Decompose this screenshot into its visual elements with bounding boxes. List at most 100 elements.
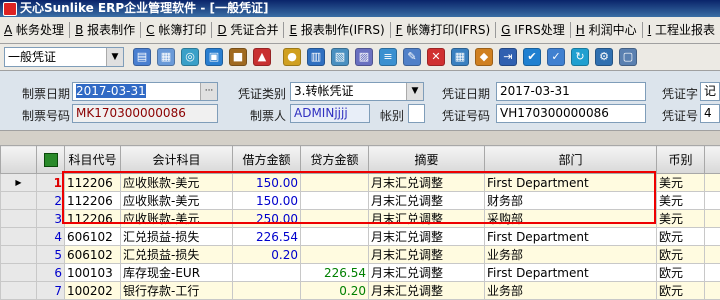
cell-department[interactable]: 业务部 bbox=[485, 246, 657, 264]
home-icon[interactable]: ▲ bbox=[253, 48, 271, 66]
chevron-down-icon[interactable]: ▼ bbox=[406, 83, 423, 100]
cell-debit[interactable]: 150.00 bbox=[233, 174, 301, 192]
cell-account[interactable]: 汇兑损益-损失 bbox=[121, 228, 233, 246]
report-icon[interactable]: ▥ bbox=[307, 48, 325, 66]
window-icon[interactable]: ▢ bbox=[619, 48, 637, 66]
cell-account[interactable]: 库存现金-EUR bbox=[121, 264, 233, 282]
cell-credit[interactable]: 226.54 bbox=[301, 264, 369, 282]
cell-debit[interactable] bbox=[233, 282, 301, 300]
table-row[interactable]: 4 606102 汇兑损益-损失 226.54 月末汇兑调整 First Dep… bbox=[1, 228, 720, 246]
cell-debit[interactable]: 250.00 bbox=[233, 210, 301, 228]
check-icon[interactable]: ✔ bbox=[523, 48, 541, 66]
sheet-icon[interactable] bbox=[37, 146, 65, 174]
cell-account[interactable]: 应收账款-美元 bbox=[121, 210, 233, 228]
grid-icon[interactable]: ▦ bbox=[451, 48, 469, 66]
delete-icon[interactable]: ✕ bbox=[427, 48, 445, 66]
list-icon[interactable]: ≡ bbox=[379, 48, 397, 66]
cell-account[interactable]: 应收账款-美元 bbox=[121, 192, 233, 210]
cell-credit[interactable] bbox=[301, 246, 369, 264]
cell-summary[interactable]: 月末汇兑调整 bbox=[369, 246, 485, 264]
menu-item-h[interactable]: H 利润中心 bbox=[572, 17, 641, 43]
export-icon[interactable]: ⇥ bbox=[499, 48, 517, 66]
voucher-no-field[interactable]: VH170300000086 bbox=[496, 104, 646, 123]
cell-summary[interactable]: 月末汇兑调整 bbox=[369, 192, 485, 210]
cell-currency[interactable]: 美元 bbox=[657, 192, 705, 210]
cell-code[interactable]: 100103 bbox=[65, 264, 121, 282]
table-row[interactable]: 5 606102 汇兑损益-损失 0.20 月末汇兑调整 业务部 欧元 bbox=[1, 246, 720, 264]
col-header-account[interactable]: 会计科目 bbox=[121, 146, 233, 174]
briefcase-icon[interactable]: ■ bbox=[229, 48, 247, 66]
col-header-currency[interactable]: 币别 bbox=[657, 146, 705, 174]
voucher-type-select[interactable]: 一般凭证 ▼ bbox=[4, 47, 124, 67]
refresh-icon[interactable]: ↻ bbox=[571, 48, 589, 66]
cell-credit[interactable] bbox=[301, 174, 369, 192]
cell-department[interactable]: First Department bbox=[485, 264, 657, 282]
cell-currency[interactable]: 欧元 bbox=[657, 264, 705, 282]
cell-debit[interactable]: 150.00 bbox=[233, 192, 301, 210]
voucher-num-field[interactable]: 4 bbox=[700, 104, 720, 123]
cell-code[interactable]: 112206 bbox=[65, 174, 121, 192]
voucher-category-select[interactable]: 3.转帐凭证 ▼ bbox=[290, 82, 424, 101]
voucher-word-field[interactable]: 记 bbox=[700, 82, 720, 101]
cell-currency[interactable]: 美元 bbox=[657, 210, 705, 228]
cell-department[interactable]: First Department bbox=[485, 174, 657, 192]
menu-item-c[interactable]: C 帐簿打印 bbox=[142, 17, 210, 43]
voucher-date-field[interactable]: 2017-03-31 bbox=[496, 82, 646, 101]
cell-code[interactable]: 100202 bbox=[65, 282, 121, 300]
cell-credit[interactable] bbox=[301, 210, 369, 228]
cell-department[interactable]: 财务部 bbox=[485, 192, 657, 210]
cell-department[interactable]: 采购部 bbox=[485, 210, 657, 228]
edit-icon[interactable]: ✎ bbox=[403, 48, 421, 66]
cell-debit[interactable]: 226.54 bbox=[233, 228, 301, 246]
table-row[interactable]: 2 112206 应收账款-美元 150.00 月末汇兑调整 财务部 美元 bbox=[1, 192, 720, 210]
cell-code[interactable]: 112206 bbox=[65, 192, 121, 210]
menu-item-a[interactable]: A 帐务处理 bbox=[0, 17, 68, 43]
cell-department[interactable]: First Department bbox=[485, 228, 657, 246]
cell-debit[interactable]: 0.20 bbox=[233, 246, 301, 264]
date-picker-icon[interactable]: ··· bbox=[200, 83, 217, 100]
cell-summary[interactable]: 月末汇兑调整 bbox=[369, 228, 485, 246]
cell-credit[interactable] bbox=[301, 192, 369, 210]
attach-icon[interactable]: ◆ bbox=[475, 48, 493, 66]
menu-item-f[interactable]: F 帐簿打印(IFRS) bbox=[392, 17, 495, 43]
open-icon[interactable]: ▦ bbox=[157, 48, 175, 66]
col-header-debit[interactable]: 借方金额 bbox=[233, 146, 301, 174]
settings-icon[interactable]: ⚙ bbox=[595, 48, 613, 66]
print-icon[interactable]: ▧ bbox=[331, 48, 349, 66]
cell-code[interactable]: 606102 bbox=[65, 228, 121, 246]
col-header-department[interactable]: 部门 bbox=[485, 146, 657, 174]
cell-currency[interactable]: 欧元 bbox=[657, 228, 705, 246]
table-row[interactable]: 3 112206 应收账款-美元 250.00 月末汇兑调整 采购部 美元 bbox=[1, 210, 720, 228]
cell-credit[interactable] bbox=[301, 228, 369, 246]
cell-currency[interactable]: 欧元 bbox=[657, 282, 705, 300]
cell-currency[interactable]: 欧元 bbox=[657, 246, 705, 264]
account-type-field[interactable] bbox=[408, 104, 425, 123]
cell-summary[interactable]: 月末汇兑调整 bbox=[369, 210, 485, 228]
table-row[interactable]: 7 100202 银行存款-工行 0.20 月末汇兑调整 业务部 欧元 bbox=[1, 282, 720, 300]
col-header-code[interactable]: 科目代号 bbox=[65, 146, 121, 174]
col-header-summary[interactable]: 摘要 bbox=[369, 146, 485, 174]
cell-debit[interactable] bbox=[233, 264, 301, 282]
cell-summary[interactable]: 月末汇兑调整 bbox=[369, 282, 485, 300]
approve-icon[interactable]: ✓ bbox=[547, 48, 565, 66]
cell-department[interactable]: 业务部 bbox=[485, 282, 657, 300]
cell-code[interactable]: 606102 bbox=[65, 246, 121, 264]
cell-summary[interactable]: 月末汇兑调整 bbox=[369, 174, 485, 192]
calendar-icon[interactable]: ▨ bbox=[355, 48, 373, 66]
users-icon[interactable]: ● bbox=[283, 48, 301, 66]
save-icon[interactable]: ▣ bbox=[205, 48, 223, 66]
cell-currency[interactable]: 美元 bbox=[657, 174, 705, 192]
table-row[interactable]: ▶ 1 112206 应收账款-美元 150.00 月末汇兑调整 First D… bbox=[1, 174, 720, 192]
menu-item-i[interactable]: I 工程业报表 bbox=[644, 17, 719, 43]
cell-summary[interactable]: 月末汇兑调整 bbox=[369, 264, 485, 282]
chevron-down-icon[interactable]: ▼ bbox=[106, 48, 123, 66]
col-header-credit[interactable]: 贷方金额 bbox=[301, 146, 369, 174]
cell-account[interactable]: 应收账款-美元 bbox=[121, 174, 233, 192]
menu-item-g[interactable]: G IFRS处理 bbox=[497, 17, 569, 43]
new-icon[interactable]: ▤ bbox=[133, 48, 151, 66]
menu-item-d[interactable]: D 凭证合并 bbox=[213, 17, 282, 43]
cell-code[interactable]: 112206 bbox=[65, 210, 121, 228]
menu-item-b[interactable]: B 报表制作 bbox=[71, 17, 139, 43]
cell-account[interactable]: 汇兑损益-损失 bbox=[121, 246, 233, 264]
table-row[interactable]: 6 100103 库存现金-EUR 226.54 月末汇兑调整 First De… bbox=[1, 264, 720, 282]
